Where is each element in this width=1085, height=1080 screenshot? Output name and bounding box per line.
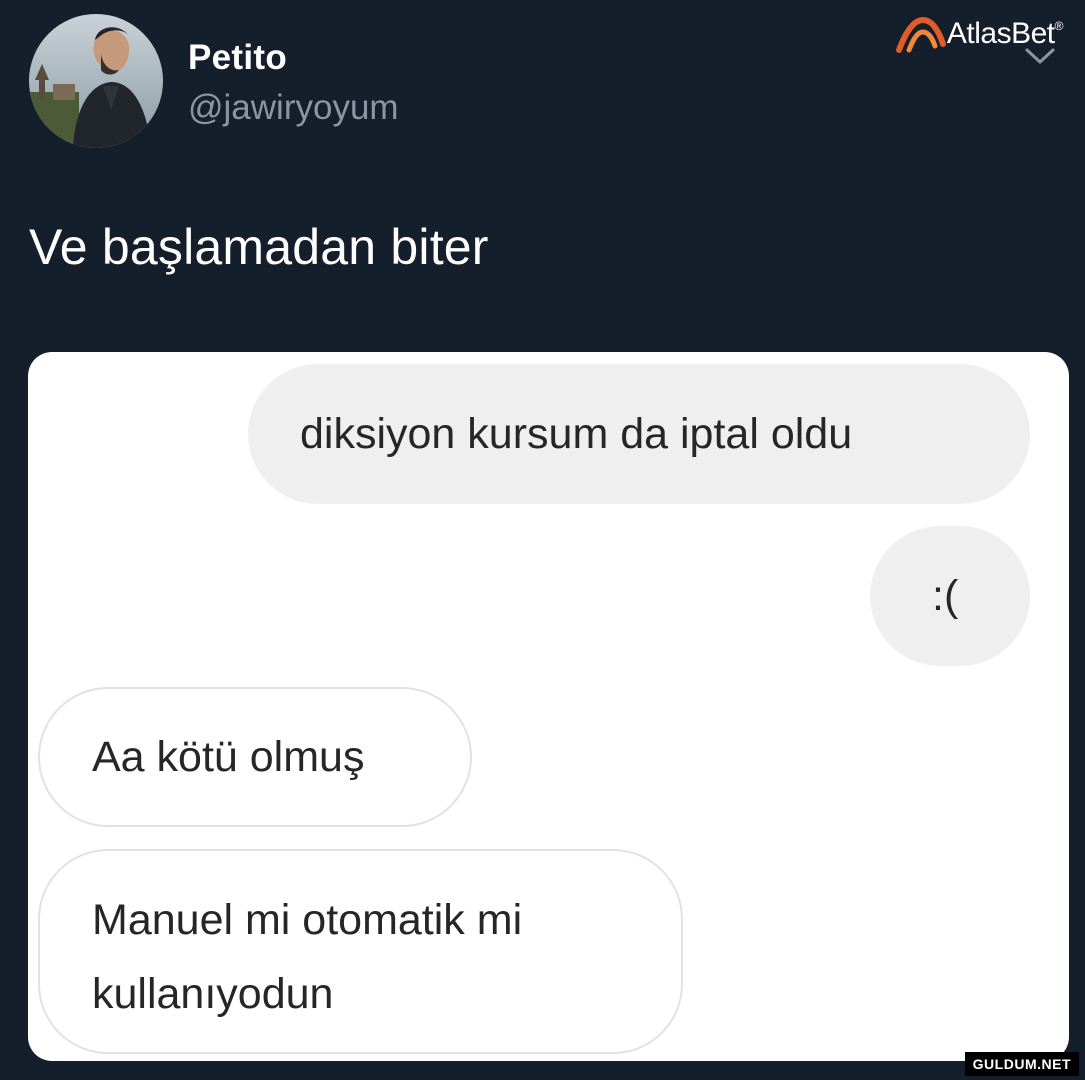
- message-bubble-outgoing: diksiyon kursum da iptal oldu: [248, 364, 1030, 504]
- avatar[interactable]: [29, 14, 163, 148]
- message-bubble-incoming: Manuel mi otomatik mi kullanıyodun: [38, 849, 683, 1054]
- atlasbet-logo-icon: [895, 16, 946, 53]
- message-bubble-incoming: Aa kötü olmuş: [38, 687, 472, 827]
- site-watermark: GULDUM.NET: [964, 1052, 1079, 1076]
- chat-screenshot-card: diksiyon kursum da iptal oldu :( Aa kötü…: [28, 352, 1069, 1061]
- display-name[interactable]: Petito: [188, 38, 287, 78]
- registered-mark: ®: [1054, 19, 1064, 33]
- message-bubble-outgoing: :(: [870, 526, 1030, 666]
- profile-photo: [29, 14, 163, 148]
- chevron-down-icon[interactable]: [1023, 44, 1057, 66]
- message-text: Manuel mi otomatik mi kullanıyodun: [92, 896, 523, 1018]
- user-handle[interactable]: @jawiryoyum: [188, 88, 399, 128]
- tweet-text: Ve başlamadan biter: [29, 219, 489, 275]
